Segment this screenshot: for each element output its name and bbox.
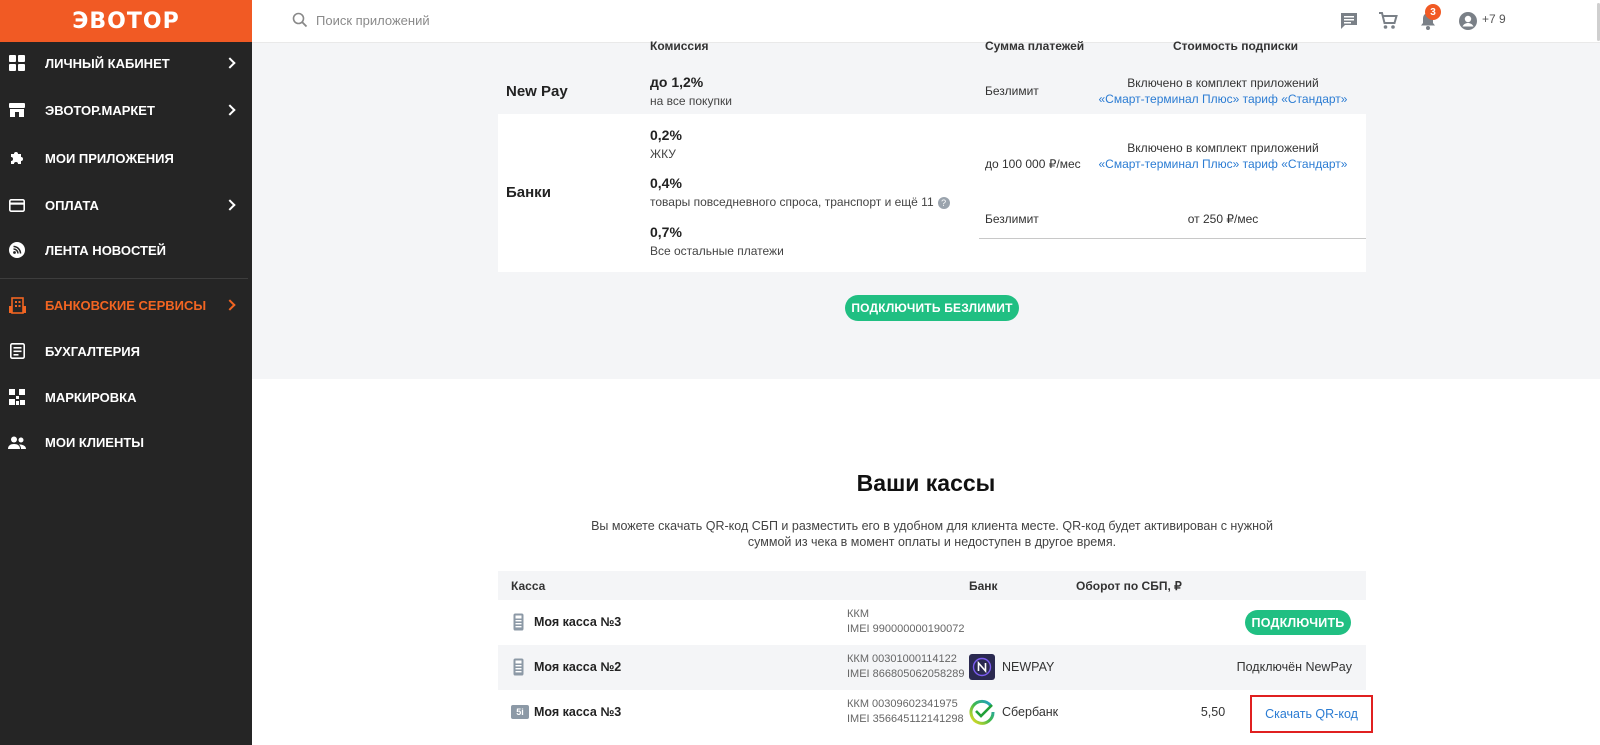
sidebar-divider xyxy=(0,278,248,279)
phone-device-icon xyxy=(513,658,524,676)
row-divider xyxy=(979,238,1366,239)
tariff-rate-note: товары повседневного спроса, транспорт и… xyxy=(650,195,934,209)
kassa-name: Моя касса №3 xyxy=(534,705,622,719)
sidebar-item-label: МОИ КЛИЕНТЫ xyxy=(45,434,145,450)
sidebar-item-label: ЛИЧНЫЙ КАБИНЕТ xyxy=(45,55,170,71)
kassa-kkm: ККМ 00301000114122 xyxy=(847,653,957,665)
sidebar-item-bank-services[interactable]: БАНКОВСКИЕ СЕРВИСЫ xyxy=(0,282,252,328)
sidebar-item-personal-cabinet[interactable]: ЛИЧНЫЙ КАБИНЕТ xyxy=(0,40,252,86)
rss-icon xyxy=(8,241,26,259)
table-row: Моя касса №2 ККМ 00301000114122 IMEI 866… xyxy=(498,645,1366,690)
sidebar-item-news[interactable]: ЛЕНТА НОВОСТЕЙ xyxy=(0,227,252,273)
chevron-right-icon xyxy=(224,57,236,69)
kassa-name: Моя касса №3 xyxy=(534,615,622,629)
notification-badge: 3 xyxy=(1425,4,1441,20)
bank-name: Сбербанк xyxy=(1002,705,1059,719)
tariff-rate: 0,7% xyxy=(650,224,682,240)
cart-icon[interactable] xyxy=(1378,11,1398,31)
download-qr-link[interactable]: Скачать QR-код xyxy=(1250,695,1373,733)
sidebar-item-label: БУХГАЛТЕРИЯ xyxy=(45,343,140,359)
qr-mark-icon xyxy=(8,388,26,406)
chevron-right-icon xyxy=(224,299,236,311)
sidebar-item-label: ЭВОТОР.МАРКЕТ xyxy=(45,102,155,118)
sidebar-item-market[interactable]: ЭВОТОР.МАРКЕТ xyxy=(0,87,252,133)
payments-sum: Безлимит xyxy=(985,84,1039,98)
subscription-cost-text: Включено в комплект приложений xyxy=(1127,76,1319,90)
sidebar-item-label: БАНКОВСКИЕ СЕРВИСЫ xyxy=(45,297,207,313)
tariff-rate: 0,2% xyxy=(650,127,682,143)
sidebar-item-label: МОИ ПРИЛОЖЕНИЯ xyxy=(45,150,174,166)
sidebar-item-label: МАРКИРОВКА xyxy=(45,389,137,405)
payments-sum: до 100 000 ₽/мес xyxy=(985,157,1081,171)
tariff-row-banks: Банки 0,2% ЖКУ 0,4% товары повседневного… xyxy=(498,114,1366,272)
section-description: Вы можете скачать QR-код СБП и разместит… xyxy=(591,519,1273,549)
subscription-plan-link[interactable]: «Смарт-терминал Плюс» тариф «Стандарт» xyxy=(1078,157,1368,171)
phone-device-icon xyxy=(513,613,524,631)
sidebar-item-clients[interactable]: МОИ КЛИЕНТЫ xyxy=(0,419,252,465)
terminal-5i-icon: 5i xyxy=(511,705,529,719)
table-row: Моя касса №3 ККМ IMEI 990000000190072 ПО… xyxy=(498,600,1366,645)
tariff-rate-note: Все остальные платежи xyxy=(650,244,784,258)
tariff-rate: 0,4% xyxy=(650,175,682,191)
puzzle-icon xyxy=(8,149,26,167)
kassa-imei: IMEI 866805062058289 xyxy=(847,668,965,680)
kassa-imei: IMEI 990000000190072 xyxy=(847,623,965,635)
user-phone[interactable]: +7 9 xyxy=(1482,12,1506,26)
user-avatar-icon[interactable] xyxy=(1458,11,1478,31)
column-turnover: Оборот по СБП, ₽ xyxy=(1076,579,1182,593)
chat-icon[interactable] xyxy=(1339,11,1359,31)
bank-building-icon xyxy=(8,296,26,314)
sidebar-item-payment[interactable]: ОПЛАТА xyxy=(0,182,252,228)
credit-card-icon xyxy=(8,196,26,214)
subscription-cost-text: Включено в комплект приложений xyxy=(1127,141,1319,155)
clients-icon xyxy=(8,433,26,451)
search-input[interactable] xyxy=(316,10,616,30)
dashboard-icon xyxy=(8,54,26,72)
header-payments-sum: Сумма платежей xyxy=(985,39,1085,53)
tariff-name: Банки xyxy=(506,184,551,201)
tariff-rate-note: на все покупки xyxy=(650,94,732,108)
chevron-right-icon xyxy=(224,199,236,211)
kassa-kkm: ККМ 00309602341975 xyxy=(847,698,958,710)
store-icon xyxy=(8,101,26,119)
ledger-icon xyxy=(8,342,26,360)
column-bank: Банк xyxy=(969,579,998,593)
sidebar-item-label: ЛЕНТА НОВОСТЕЙ xyxy=(45,242,166,258)
connect-unlimited-button[interactable]: ПОДКЛЮЧИТЬ БЕЗЛИМИТ xyxy=(845,295,1019,321)
help-icon[interactable]: ? xyxy=(937,196,950,209)
sidebar-item-accounting[interactable]: БУХГАЛТЕРИЯ xyxy=(0,328,252,374)
logo-bar[interactable]: ЭВОТОР xyxy=(0,0,252,42)
sidebar-item-label: ОПЛАТА xyxy=(45,197,99,213)
chevron-right-icon xyxy=(224,104,236,116)
kassa-name: Моя касса №2 xyxy=(534,660,622,674)
section-title: Ваши кассы xyxy=(856,470,996,496)
sidebar-item-my-apps[interactable]: МОИ ПРИЛОЖЕНИЯ xyxy=(0,135,252,181)
kassa-imei: IMEI 356645112141298 xyxy=(847,713,964,725)
tariff-rate: до 1,2% xyxy=(650,74,704,90)
bank-name: NEWPAY xyxy=(1002,660,1055,674)
header-commission: Комиссия xyxy=(650,39,709,53)
connect-button[interactable]: ПОДКЛЮЧИТЬ xyxy=(1245,610,1351,635)
device-label: 5i xyxy=(516,707,524,717)
column-kassa: Касса xyxy=(511,579,546,593)
tariff-name: New Pay xyxy=(506,83,568,100)
tariff-rate-note: ЖКУ xyxy=(650,147,676,161)
sidebar-item-marking[interactable]: МАРКИРОВКА xyxy=(0,374,252,420)
table-row: 5i Моя касса №3 ККМ 00309602341975 IMEI … xyxy=(498,690,1373,735)
kassa-table-header: Касса Банк Оборот по СБП, ₽ xyxy=(498,571,1366,600)
subscription-cost-text: от 250 ₽/мес xyxy=(1187,212,1259,226)
newpay-logo-icon xyxy=(969,654,995,680)
tariff-row-newpay: New Pay до 1,2% на все покупки Безлимит … xyxy=(498,66,1366,114)
tariff-rate-note-with-help: товары повседневного спроса, транспорт и… xyxy=(650,195,950,209)
subscription-plan-link[interactable]: «Смарт-терминал Плюс» тариф «Стандарт» xyxy=(1078,92,1368,106)
kassa-kkm: ККМ xyxy=(847,608,869,620)
search-icon[interactable] xyxy=(292,12,308,28)
evotor-logo[interactable]: ЭВОТОР xyxy=(72,9,179,34)
payments-sum: Безлимит xyxy=(985,212,1039,226)
header-subscription-cost: Стоимость подписки xyxy=(1173,39,1298,53)
topbar: 3 +7 9 xyxy=(252,0,1600,43)
sidebar: ЭВОТОР ЛИЧНЫЙ КАБИНЕТ ЭВОТОР.МАРКЕТ МОИ … xyxy=(0,0,252,745)
connection-status: Подключён NewPay xyxy=(1236,660,1352,674)
sberbank-logo-icon xyxy=(969,699,995,725)
